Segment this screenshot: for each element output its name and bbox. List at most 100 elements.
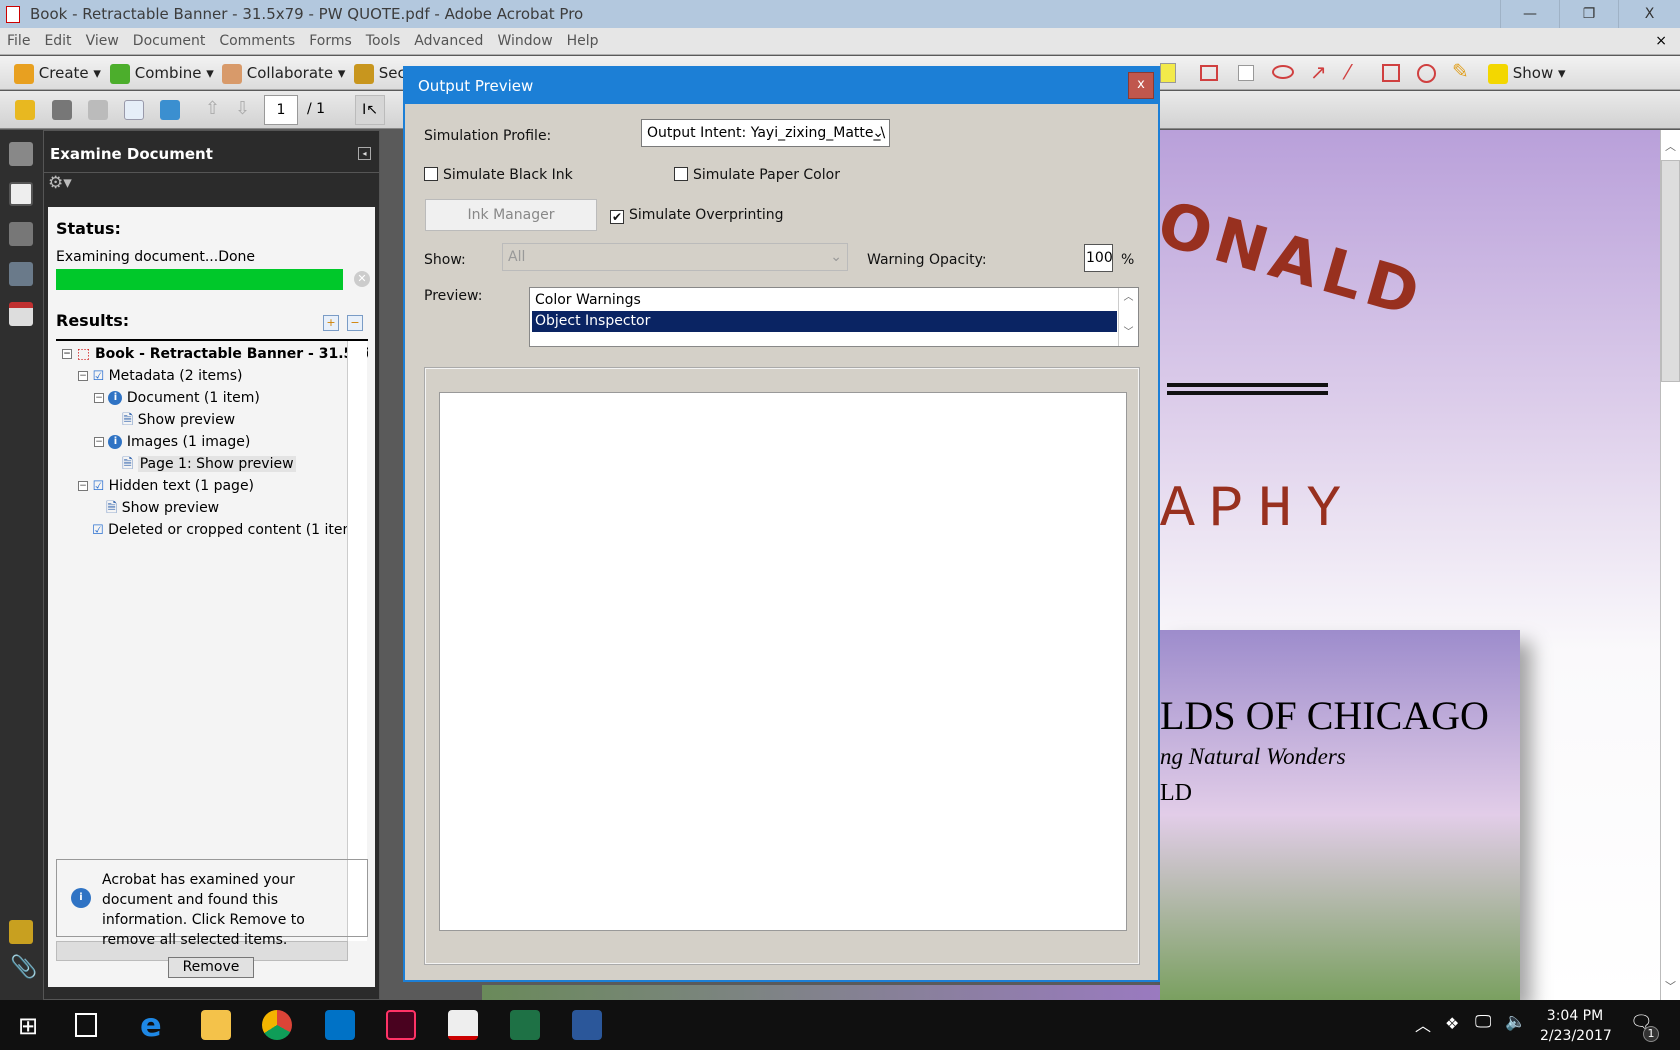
menu-document[interactable]: Document [126,28,213,54]
text-comment-icon[interactable] [1238,65,1254,81]
menu-edit[interactable]: Edit [37,28,78,54]
attachment-icon[interactable]: 📎 [10,955,37,980]
preview-option-object-inspector[interactable]: Object Inspector [532,311,1117,332]
combine-button[interactable]: Combine ▾ [110,62,214,84]
document-info-icon[interactable] [9,302,33,326]
tree-item-page-preview[interactable]: 🗎 Page 1: Show preview [122,453,296,475]
excel-icon[interactable] [510,1010,540,1040]
create-button[interactable]: Create ▾ [14,62,101,84]
simulation-profile-select[interactable]: Output Intent: Yayi_zixing_Matte_\ ⌄ [641,119,890,147]
scroll-down-icon[interactable]: ﹀ [1119,323,1138,338]
comments-icon[interactable] [9,920,33,944]
clock[interactable]: 3:04 PM 2/23/2017 [1540,1006,1612,1046]
volume-icon[interactable]: 🔈 [1505,1012,1526,1032]
pencil-icon[interactable]: ✎ [1452,59,1469,83]
network-icon[interactable]: 🖵 [1475,1012,1491,1032]
show-select[interactable]: All ⌄ [502,243,848,271]
previous-page-icon[interactable]: ⇧ [205,98,220,119]
dropbox-icon[interactable]: ❖ [1445,1014,1459,1033]
checkbox[interactable] [674,167,688,181]
menu-view[interactable]: View [79,28,126,54]
task-view-icon[interactable] [75,1013,97,1037]
text-box-icon[interactable] [1160,63,1176,83]
checkbox[interactable] [424,167,438,181]
chrome-icon[interactable] [262,1010,292,1040]
scroll-up-icon[interactable]: ︿ [1661,138,1680,158]
checkbox-checked-icon[interactable]: ☑ [92,523,104,538]
collaborate-icon [222,63,242,84]
restore-button[interactable]: ❐ [1559,0,1618,28]
collapse-all-icon[interactable]: − [347,315,363,331]
checkbox-checked-icon[interactable]: ☑ [92,479,104,494]
menu-comments[interactable]: Comments [212,28,302,54]
tree-item-metadata[interactable]: − ☑ Metadata (2 items) [78,365,243,387]
close-document-button[interactable]: × [1648,28,1674,54]
menu-tools[interactable]: Tools [359,28,408,54]
tree-item-show-preview[interactable]: 🗎 Show preview [122,409,235,431]
windows-start-icon[interactable]: ⊞ [18,1012,38,1040]
preview-listbox[interactable]: Color Warnings Object Inspector ︿ ﹀ [529,287,1139,347]
signatures-icon[interactable] [9,262,33,286]
secure-button[interactable]: Sec [354,62,406,84]
simulate-black-ink-checkbox[interactable]: Simulate Black Ink [424,167,573,183]
examine-document-icon[interactable] [9,182,33,206]
document-vertical-scrollbar[interactable]: ︿ ﹀ [1660,130,1680,1000]
close-button[interactable]: X [1618,0,1680,28]
cloud-icon[interactable] [1272,65,1294,79]
warning-opacity-input[interactable]: 100 [1084,244,1113,272]
options-gear-icon[interactable]: ⚙▾ [48,173,72,193]
indesign-icon[interactable] [386,1010,416,1040]
remove-button[interactable]: Remove [168,957,254,978]
tree-item-hidden-text[interactable]: − ☑ Hidden text (1 page) [78,475,254,497]
callout-icon[interactable] [1200,65,1218,81]
open-icon[interactable] [15,100,35,120]
tree-item-document-root[interactable]: − ⬚ Book - Retractable Banner - 31.5x79 [62,343,368,365]
scroll-down-icon[interactable]: ﹀ [1661,978,1680,998]
ink-manager-button[interactable]: Ink Manager [425,199,597,231]
tree-item-images[interactable]: − i Images (1 image) [94,431,250,453]
scroll-up-icon[interactable]: ︿ [1119,288,1138,303]
file-explorer-icon[interactable] [201,1010,231,1040]
menu-help[interactable]: Help [560,28,606,54]
rectangle-icon[interactable] [1382,64,1400,82]
checkbox-checked-icon[interactable]: ☑ [92,369,104,384]
pages-icon[interactable] [9,142,33,166]
outlook-icon[interactable] [325,1010,355,1040]
listbox-scrollbar[interactable]: ︿ ﹀ [1118,288,1138,346]
minimize-button[interactable]: — [1500,0,1559,28]
tree-item-document[interactable]: − i Document (1 item) [94,387,260,409]
arrow-icon[interactable]: ↗ [1310,60,1327,84]
menu-advanced[interactable]: Advanced [407,28,490,54]
menu-forms[interactable]: Forms [302,28,359,54]
collaborate-button[interactable]: Collaborate ▾ [222,62,345,84]
expand-all-icon[interactable]: + [323,315,339,331]
collapse-panel-button[interactable]: ◂ [358,147,371,160]
menu-window[interactable]: Window [490,28,559,54]
oval-icon[interactable] [1417,64,1436,83]
cancel-icon[interactable]: ✕ [354,271,370,287]
preview-option-color-warnings[interactable]: Color Warnings [532,290,1117,311]
acrobat-icon[interactable] [448,1010,478,1040]
word-icon[interactable] [572,1010,602,1040]
menu-file[interactable]: File [0,28,37,54]
select-tool-icon[interactable]: I↖ [355,95,385,125]
dialog-close-button[interactable]: x [1128,72,1154,99]
checkbox[interactable]: ✔ [610,210,624,224]
page-number-input[interactable]: 1 [264,95,298,125]
edge-icon[interactable]: e [140,1006,162,1044]
scroll-thumb[interactable] [1661,160,1680,382]
layers-icon[interactable] [9,222,33,246]
print-icon[interactable] [52,100,72,120]
simulate-paper-color-checkbox[interactable]: Simulate Paper Color [674,167,840,183]
line-icon[interactable]: ⁄ [1346,60,1349,84]
tree-item-show-preview[interactable]: 🗎 Show preview [106,497,219,519]
simulate-overprinting-checkbox[interactable]: ✔ Simulate Overprinting [610,207,784,224]
next-page-icon[interactable]: ⇩ [235,98,250,119]
tree-item-deleted-content[interactable]: ☑ Deleted or cropped content (1 item [92,519,356,541]
save-icon[interactable] [88,100,108,120]
show-hidden-icons[interactable]: ︿ [1415,1012,1431,1036]
show-comments-button[interactable]: Show ▾ [1488,62,1566,84]
tree-vertical-scrollbar[interactable] [347,341,367,941]
upload-icon[interactable] [160,100,180,120]
email-icon[interactable] [124,100,144,120]
